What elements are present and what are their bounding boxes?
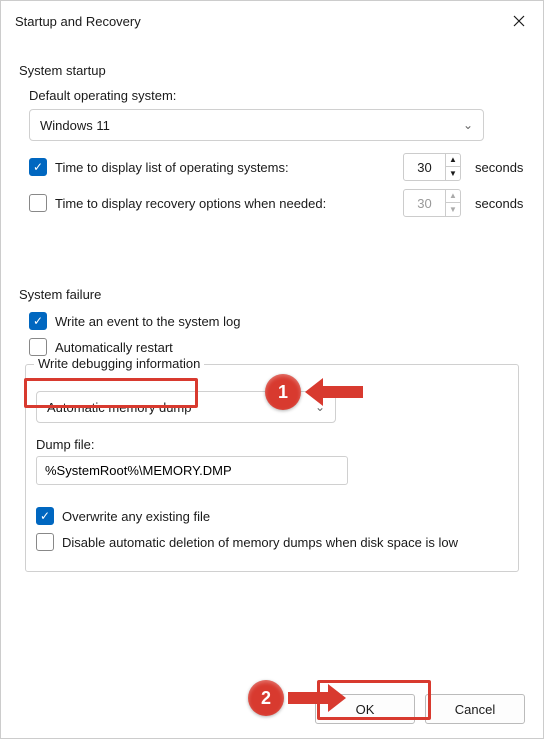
display-recovery-seconds-value: 30: [404, 196, 445, 211]
overwrite-label: Overwrite any existing file: [62, 509, 210, 524]
disable-delete-checkbox[interactable]: [36, 533, 54, 551]
chevron-down-icon: ⌄: [315, 400, 325, 414]
close-icon: [513, 15, 525, 27]
checkmark-icon: ✓: [33, 315, 43, 327]
spinner-down-button[interactable]: ▼: [446, 167, 460, 180]
display-list-checkbox[interactable]: ✓: [29, 158, 47, 176]
display-list-label: Time to display list of operating system…: [55, 160, 395, 175]
checkmark-icon: ✓: [40, 510, 50, 522]
window-title: Startup and Recovery: [15, 14, 141, 29]
close-button[interactable]: [509, 11, 529, 31]
default-os-label: Default operating system:: [29, 88, 525, 103]
titlebar: Startup and Recovery: [1, 1, 543, 41]
dialog-buttons: OK Cancel: [1, 680, 543, 738]
default-os-select[interactable]: Windows 11 ⌄: [29, 109, 484, 141]
ok-button[interactable]: OK: [315, 694, 415, 724]
debug-type-value: Automatic memory dump: [47, 400, 192, 415]
display-list-seconds-value: 30: [404, 160, 445, 175]
disable-delete-label: Disable automatic deletion of memory dum…: [62, 535, 458, 550]
auto-restart-label: Automatically restart: [55, 340, 173, 355]
default-os-value: Windows 11: [40, 118, 110, 133]
debug-type-select[interactable]: Automatic memory dump ⌄: [36, 391, 336, 423]
display-recovery-checkbox[interactable]: [29, 194, 47, 212]
chevron-down-icon: ⌄: [463, 118, 473, 132]
write-event-checkbox[interactable]: ✓: [29, 312, 47, 330]
spinner-up-button: ▲: [446, 190, 460, 203]
dump-file-label: Dump file:: [36, 437, 508, 452]
cancel-button[interactable]: Cancel: [425, 694, 525, 724]
debug-info-group-title: Write debugging information: [34, 356, 204, 371]
auto-restart-checkbox[interactable]: [29, 338, 47, 356]
write-event-label: Write an event to the system log: [55, 314, 240, 329]
seconds-label: seconds: [475, 160, 523, 175]
spinner-up-button[interactable]: ▲: [446, 154, 460, 167]
overwrite-checkbox[interactable]: ✓: [36, 507, 54, 525]
display-list-seconds-spinner[interactable]: 30 ▲ ▼: [403, 153, 461, 181]
system-failure-label: System failure: [19, 287, 525, 302]
spinner-down-button: ▼: [446, 203, 460, 216]
display-recovery-seconds-spinner: 30 ▲ ▼: [403, 189, 461, 217]
seconds-label: seconds: [475, 196, 523, 211]
dump-file-input[interactable]: [36, 456, 348, 485]
debug-info-group: Write debugging information Automatic me…: [25, 364, 519, 572]
startup-recovery-dialog: Startup and Recovery System startup Defa…: [0, 0, 544, 739]
system-startup-label: System startup: [19, 63, 525, 78]
display-recovery-label: Time to display recovery options when ne…: [55, 196, 395, 211]
checkmark-icon: ✓: [33, 161, 43, 173]
